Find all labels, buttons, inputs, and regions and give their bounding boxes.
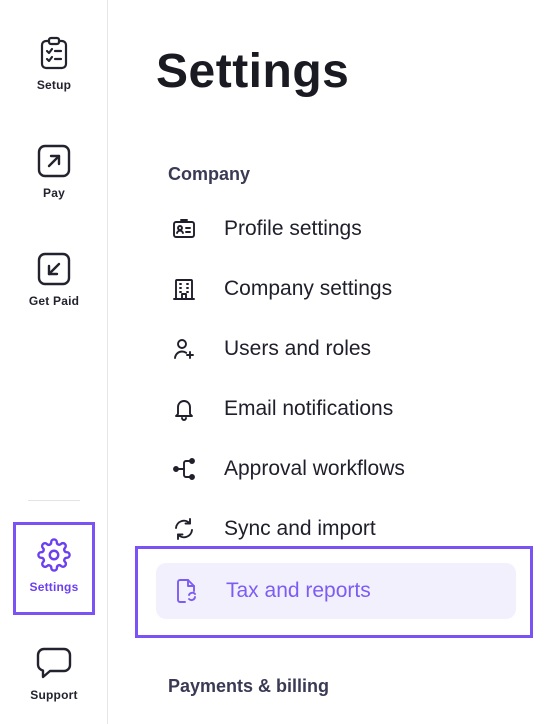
user-add-icon <box>170 335 198 363</box>
section-payments-billing: Payments & billing <box>168 676 330 696</box>
workflow-branch-icon <box>170 455 198 483</box>
menu-label-users-roles: Users and roles <box>224 337 372 360</box>
menu-item-sync-import[interactable]: Sync and import <box>168 515 376 543</box>
section-company: Company <box>168 164 251 184</box>
menu-label-company-settings: Company settings <box>224 277 393 300</box>
arrow-down-left-icon <box>37 252 71 286</box>
sync-icon <box>170 515 198 543</box>
menu-label-approval-workflows: Approval workflows <box>224 457 405 480</box>
sidebar-rail: Setup Pay Get Paid Settings Support <box>0 0 108 724</box>
id-card-icon <box>170 215 198 243</box>
nav-support-label: Support <box>30 688 78 702</box>
arrow-up-right-icon <box>37 144 71 178</box>
nav-support[interactable]: Support <box>0 646 108 702</box>
menu-label-email-notifications: Email notifications <box>224 397 394 420</box>
menu-item-company-settings[interactable]: Company settings <box>168 275 392 303</box>
rail-divider <box>28 500 80 501</box>
nav-settings[interactable]: Settings <box>0 538 108 594</box>
bell-icon <box>170 395 198 423</box>
nav-setup-label: Setup <box>36 78 72 92</box>
checklist-icon <box>40 36 68 70</box>
menu-label-sync-import: Sync and import <box>224 517 376 540</box>
menu-item-users-roles[interactable]: Users and roles <box>168 335 371 363</box>
nav-settings-label: Settings <box>29 580 79 594</box>
page-title: Settings <box>156 45 350 98</box>
menu-item-email-notifications[interactable]: Email notifications <box>168 395 393 423</box>
menu-item-tax-reports[interactable]: Tax and reports <box>156 563 516 619</box>
nav-get-paid-label: Get Paid <box>28 294 80 308</box>
menu-label-profile-settings: Profile settings <box>224 217 362 240</box>
settings-panel: Settings Company Profile settings Compan… <box>108 0 545 724</box>
gear-icon <box>37 538 71 572</box>
building-icon <box>170 275 198 303</box>
document-sync-icon <box>172 577 200 605</box>
menu-item-approval-workflows[interactable]: Approval workflows <box>168 455 405 483</box>
nav-get-paid[interactable]: Get Paid <box>0 252 108 308</box>
chat-bubble-icon <box>36 647 72 679</box>
menu-label-tax-reports: Tax and reports <box>226 579 371 602</box>
nav-setup[interactable]: Setup <box>0 36 108 92</box>
nav-pay[interactable]: Pay <box>0 144 108 200</box>
menu-item-profile-settings[interactable]: Profile settings <box>168 215 362 243</box>
nav-pay-label: Pay <box>43 186 65 200</box>
